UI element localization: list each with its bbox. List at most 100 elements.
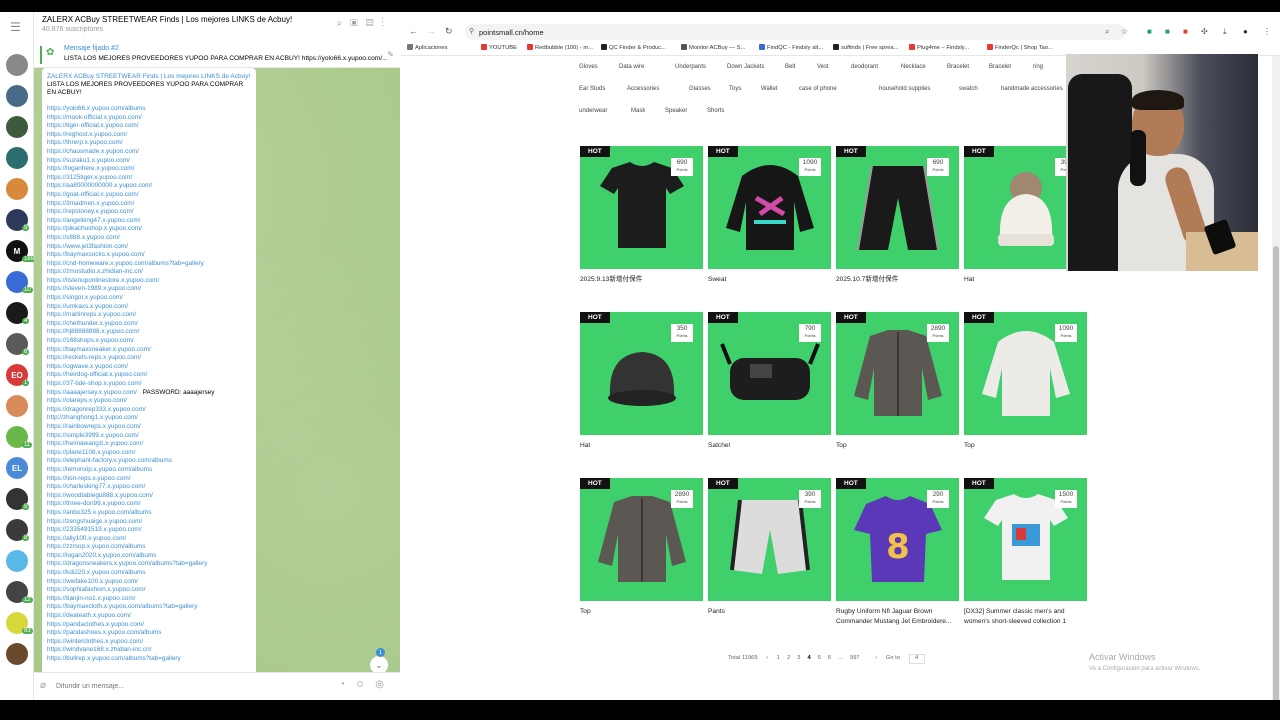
yupoo-link[interactable]: https://37-tide-shop.x.yupoo.com/ bbox=[47, 380, 251, 389]
link-text[interactable]: https://loganhere.x.yupoo.com/ bbox=[47, 165, 134, 172]
yupoo-link[interactable]: https://charlesking77.x.yupoo.com/ bbox=[47, 483, 251, 492]
link-text[interactable]: https://woodtablegu888.x.yupoo.com/ bbox=[47, 492, 153, 499]
link-text[interactable]: https://168shops.x.yupoo.com/ bbox=[47, 337, 134, 344]
chat-avatar[interactable] bbox=[6, 147, 28, 169]
yupoo-link[interactable]: https://aaaajersey.x.yupoo.com/PASSWORD:… bbox=[47, 389, 251, 398]
yupoo-link[interactable]: https://hj88888888.x.yupoo.com/ bbox=[47, 328, 251, 337]
link-text[interactable]: https://anbo325.x.yupoo.com/albums bbox=[47, 509, 151, 516]
product-card[interactable]: HOT 790 Points Satchel bbox=[708, 312, 831, 451]
category-tag[interactable]: Down Jackets bbox=[727, 64, 764, 78]
extensions-puzzle-icon[interactable]: ✣ bbox=[1201, 27, 1208, 36]
link-text[interactable]: https://pandashoes.x.yupoo.com/albums bbox=[47, 629, 161, 636]
product-card[interactable]: HOT 390 Points Pants bbox=[708, 478, 831, 617]
yupoo-link[interactable]: https://zengshuaige.x.yupoo.com/ bbox=[47, 518, 251, 527]
link-text[interactable]: https://logan2020.x.yupoo.com/albums bbox=[47, 552, 156, 559]
pagination-page[interactable]: 997 bbox=[850, 655, 860, 661]
yupoo-link[interactable]: https://3125tiger.x.yupoo.com/ bbox=[47, 174, 251, 183]
yupoo-link[interactable]: https://angelking47.x.yupoo.com/ bbox=[47, 217, 251, 226]
link-text[interactable]: https://3madmen.x.yupoo.com/ bbox=[47, 200, 134, 207]
link-text[interactable]: https://elephant-factory.x.yupoo.com/alb… bbox=[47, 457, 172, 464]
link-text[interactable]: https://charlesking77.x.yupoo.com/ bbox=[47, 483, 145, 490]
link-text[interactable]: https://three-don99.x.yupoo.com/ bbox=[47, 500, 140, 507]
link-text[interactable]: https://ally100.x.yupoo.com/ bbox=[47, 535, 126, 542]
yupoo-link[interactable]: https://threrp.x.yupoo.com/ bbox=[47, 139, 251, 148]
yupoo-link[interactable]: https://loganhere.x.yupoo.com/ bbox=[47, 165, 251, 174]
product-name[interactable]: Hat bbox=[964, 275, 1087, 285]
product-thumbnail[interactable]: HOT 350 Points bbox=[580, 312, 703, 435]
yupoo-link[interactable]: https://cnd-homeware.x.yupoo.com/albums?… bbox=[47, 260, 251, 269]
bookmark-item[interactable]: Aplicaciones bbox=[407, 44, 448, 51]
yupoo-link[interactable]: https://lion-reps.x.yupoo.com/ bbox=[47, 475, 251, 484]
link-text[interactable]: https://yolo66.x.yupoo.com/albums bbox=[47, 105, 145, 112]
link-text[interactable]: https://mook-official.x.yupoo.com/ bbox=[47, 114, 142, 121]
chat-avatar[interactable] bbox=[6, 395, 28, 417]
link-text[interactable]: https://aaaajersey.x.yupoo.com/ bbox=[47, 389, 137, 396]
link-text[interactable]: https://rainbowreps.x.yupoo.com/ bbox=[47, 423, 141, 430]
pagination-page[interactable]: 2 bbox=[787, 655, 790, 661]
yupoo-link[interactable]: https://chaosmade.x.yupoo.com/ bbox=[47, 148, 251, 157]
product-thumbnail[interactable]: HOT 690 Points bbox=[836, 146, 959, 269]
category-tag[interactable]: Underpants bbox=[675, 64, 706, 78]
link-text[interactable]: http://zhanghong1.x.yupoo.com/ bbox=[47, 414, 138, 421]
product-name[interactable]: Top bbox=[580, 607, 703, 617]
chat-avatar[interactable] bbox=[6, 116, 28, 138]
product-name[interactable]: Top bbox=[836, 441, 959, 451]
yupoo-link[interactable]: https://goat-official.x.yupoo.com/ bbox=[47, 191, 251, 200]
yupoo-link[interactable]: https://deateath.x.yupoo.com/ bbox=[47, 612, 251, 621]
product-card[interactable]: 8 HOT 290 Points Rugby Uniform Nfl Jaguar Br… bbox=[836, 478, 959, 627]
page-scrollbar[interactable] bbox=[1272, 56, 1280, 700]
product-card[interactable]: HOT 350 Points Hat bbox=[580, 312, 703, 451]
product-thumbnail[interactable]: HOT 2890 Points bbox=[836, 312, 959, 435]
link-text[interactable]: https://reckets-reps.x.yupoo.com/ bbox=[47, 354, 141, 361]
yupoo-link[interactable]: https://plane1108.x.yupoo.com/ bbox=[47, 449, 251, 458]
browser-menu-icon[interactable]: ⋮ bbox=[1263, 27, 1271, 36]
category-tag[interactable]: Mask bbox=[631, 108, 645, 122]
yupoo-link[interactable]: https://suzaku1.x.yupoo.com/ bbox=[47, 157, 251, 166]
link-text[interactable]: https://pandaclothes.x.yupoo.com/ bbox=[47, 621, 144, 628]
category-tag[interactable]: Glasses bbox=[689, 86, 711, 100]
search-icon[interactable]: ⌕ bbox=[337, 18, 351, 29]
yupoo-link[interactable]: https://olareps.x.yupoo.com/ bbox=[47, 397, 251, 406]
category-tag[interactable]: Bracelet bbox=[947, 64, 969, 78]
chat-avatar[interactable] bbox=[6, 643, 28, 665]
yupoo-link[interactable]: https://ally100.x.yupoo.com/ bbox=[47, 535, 251, 544]
category-tag[interactable]: Gloves bbox=[579, 64, 598, 78]
link-text[interactable]: https://wwfake100.x.yupoo.com/ bbox=[47, 578, 138, 585]
extension-green-icon[interactable]: ■ bbox=[1147, 27, 1152, 36]
bookmark-item[interactable]: suffinds | Free sprea... bbox=[833, 44, 898, 51]
link-text[interactable]: https://3125tiger.x.yupoo.com/ bbox=[47, 174, 132, 181]
link-text[interactable]: https://suzaku1.x.yupoo.com/ bbox=[47, 157, 130, 164]
product-name[interactable]: Top bbox=[964, 441, 1087, 451]
pagination-page[interactable]: 1 bbox=[777, 655, 780, 661]
link-text[interactable]: https://www.jet3fashion.com/ bbox=[47, 243, 128, 250]
yupoo-link[interactable]: https://zmostudio.x.zhidian-inc.cn/ bbox=[47, 268, 251, 277]
yupoo-link[interactable]: https://baymaxcloth.x.yupoo.com/albums?t… bbox=[47, 603, 251, 612]
product-card[interactable]: HOT 1090 Points Sweat bbox=[708, 146, 831, 285]
link-text[interactable]: https://lion-reps.x.yupoo.com/ bbox=[47, 475, 130, 482]
yupoo-link[interactable]: https://heimawangzi.x.yupoo.com/ bbox=[47, 440, 251, 449]
chat-avatar[interactable]: EL bbox=[6, 457, 28, 479]
bookmark-star-icon[interactable]: ☆ bbox=[1121, 27, 1128, 36]
yupoo-link[interactable]: https://windvane168.x.zhidian-inc.cn/ bbox=[47, 646, 251, 655]
yupoo-link[interactable]: https://s888.x.yupoo.com/ bbox=[47, 234, 251, 243]
yupoo-link[interactable]: https://wwfake100.x.yupoo.com/ bbox=[47, 578, 251, 587]
attach-icon[interactable]: ⌀ bbox=[40, 680, 46, 691]
profile-avatar-icon[interactable]: ● bbox=[1243, 27, 1248, 36]
yupoo-link[interactable]: https://three-don99.x.yupoo.com/ bbox=[47, 500, 251, 509]
product-name[interactable]: Satchel bbox=[708, 441, 831, 451]
link-text[interactable]: https://bullrep.x.yupoo.com/albums?tab=g… bbox=[47, 655, 181, 662]
category-tag[interactable]: deodorant bbox=[851, 64, 878, 78]
yupoo-link[interactable]: https://baymaxsocks.x.yupoo.com/ bbox=[47, 251, 251, 260]
link-text[interactable]: https://dragonsneakers.x.yupoo.com/album… bbox=[47, 560, 207, 567]
category-tag[interactable]: Necklace bbox=[901, 64, 926, 78]
chat-avatar[interactable] bbox=[6, 550, 28, 572]
yupoo-link[interactable]: https://zzrsop.x.yupoo.com/albums bbox=[47, 543, 251, 552]
link-text[interactable]: https://tiger-official.x.yupoo.com/ bbox=[47, 122, 139, 129]
product-thumbnail[interactable]: HOT 1090 Points bbox=[708, 146, 831, 269]
product-thumbnail[interactable]: HOT 2890 Points bbox=[580, 478, 703, 601]
product-card[interactable]: HOT 1500 Points [DX32] Summer classic men's… bbox=[964, 478, 1087, 627]
link-text[interactable]: https://pikachushop.x.yupoo.com/ bbox=[47, 225, 142, 232]
product-card[interactable]: HOT 690 Points 2025.9.13新增付保件 bbox=[580, 146, 703, 285]
link-text[interactable]: https://steven-1989.x.yupoo.com/ bbox=[47, 285, 141, 292]
category-tag[interactable]: Vest bbox=[817, 64, 829, 78]
